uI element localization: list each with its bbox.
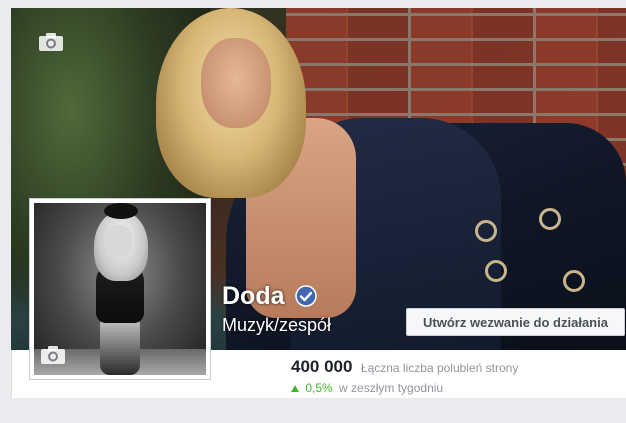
left-gutter xyxy=(0,0,11,423)
likes-label: Łączna liczba polubień strony xyxy=(360,361,519,375)
dress-ring xyxy=(475,220,497,242)
profile-picture[interactable] xyxy=(34,203,206,375)
page-stats: 400 000 Łączna liczba polubień strony 0,… xyxy=(291,357,621,395)
likes-row: 400 000 Łączna liczba polubień strony xyxy=(291,357,621,377)
cover-figure-face xyxy=(201,38,271,128)
growth-row: 0,5% w zeszłym tygodniu xyxy=(291,381,621,395)
page-footer-background xyxy=(11,398,626,423)
create-call-to-action-button[interactable]: Utwórz wezwanie do działania xyxy=(406,308,625,336)
growth-value: 0,5% xyxy=(305,381,333,395)
growth-label: w zeszłym tygodniu xyxy=(339,381,444,395)
arrow-up-icon xyxy=(291,385,299,392)
dress-ring xyxy=(563,270,585,292)
dress-ring xyxy=(485,260,507,282)
profile-bunny-ears xyxy=(104,203,138,219)
profile-figure-face xyxy=(106,225,132,257)
likes-count: 400 000 xyxy=(291,357,353,376)
profile-picture-frame[interactable] xyxy=(29,198,211,380)
page-identity: Doda Muzyk/zespół xyxy=(222,282,331,336)
dress-ring xyxy=(539,208,561,230)
cover-camera-icon[interactable] xyxy=(38,32,64,52)
page-category[interactable]: Muzyk/zespół xyxy=(222,315,331,336)
profile-figure-legs xyxy=(100,315,140,375)
profile-camera-icon[interactable] xyxy=(40,345,66,365)
verified-badge-icon xyxy=(295,284,317,307)
page-name[interactable]: Doda xyxy=(222,282,285,311)
